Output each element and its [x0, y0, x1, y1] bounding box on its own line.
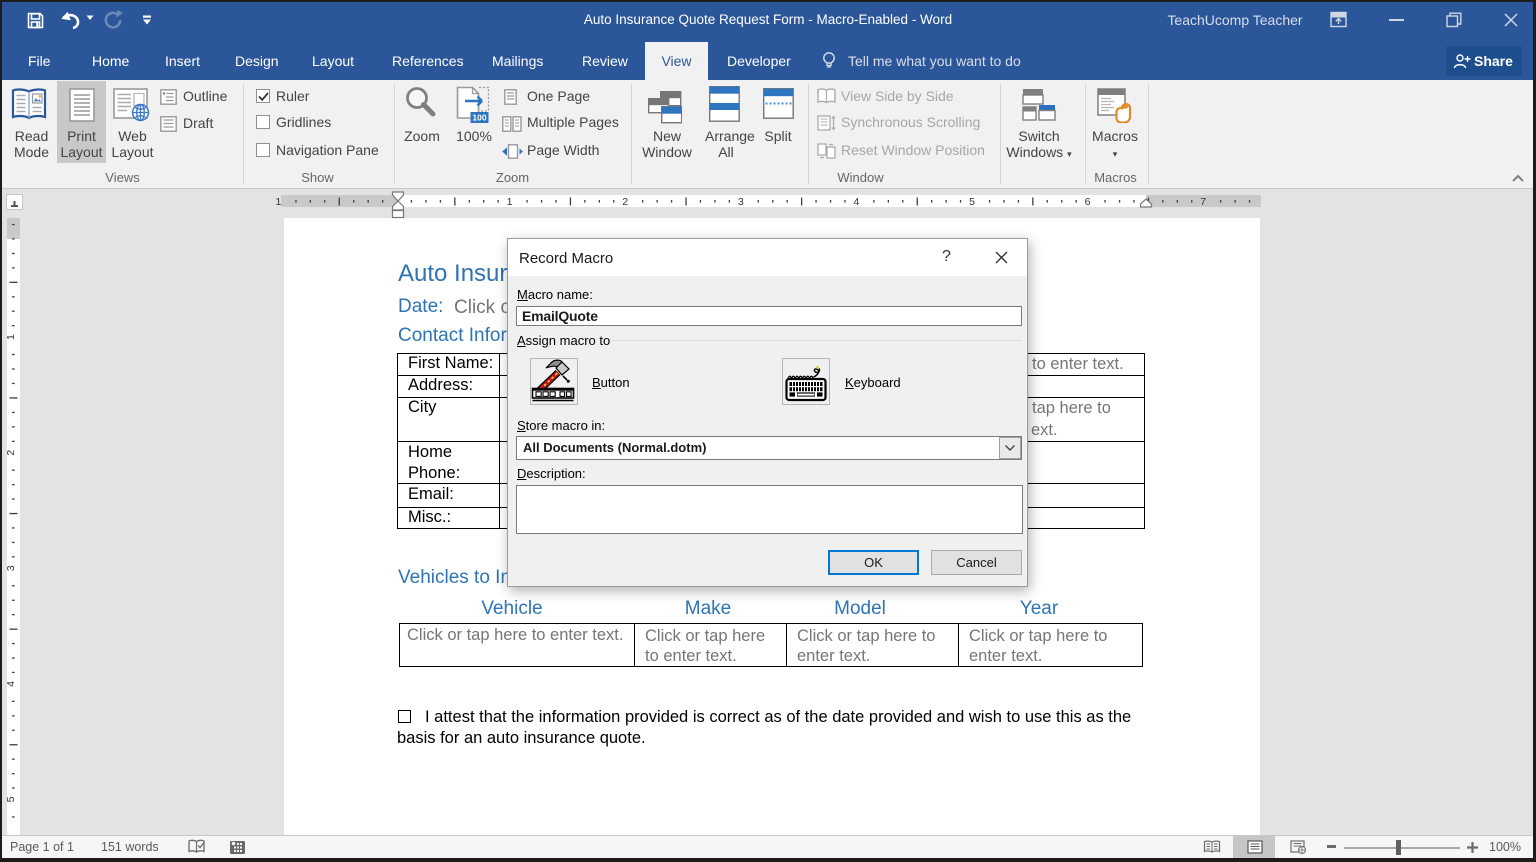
- svg-text:4: 4: [853, 196, 859, 208]
- svg-text:5: 5: [7, 796, 17, 802]
- svg-text:1: 1: [7, 334, 17, 340]
- svg-text:3: 3: [738, 196, 744, 208]
- svg-text:1: 1: [507, 196, 513, 208]
- svg-text:2: 2: [622, 196, 628, 208]
- svg-text:5: 5: [969, 196, 975, 208]
- svg-text:3: 3: [7, 565, 17, 571]
- svg-text:2: 2: [7, 450, 17, 456]
- svg-text:1: 1: [275, 196, 281, 208]
- svg-text:6: 6: [1085, 196, 1091, 208]
- svg-text:4: 4: [7, 681, 17, 687]
- svg-text:100: 100: [472, 113, 486, 123]
- svg-text:7: 7: [1200, 196, 1206, 208]
